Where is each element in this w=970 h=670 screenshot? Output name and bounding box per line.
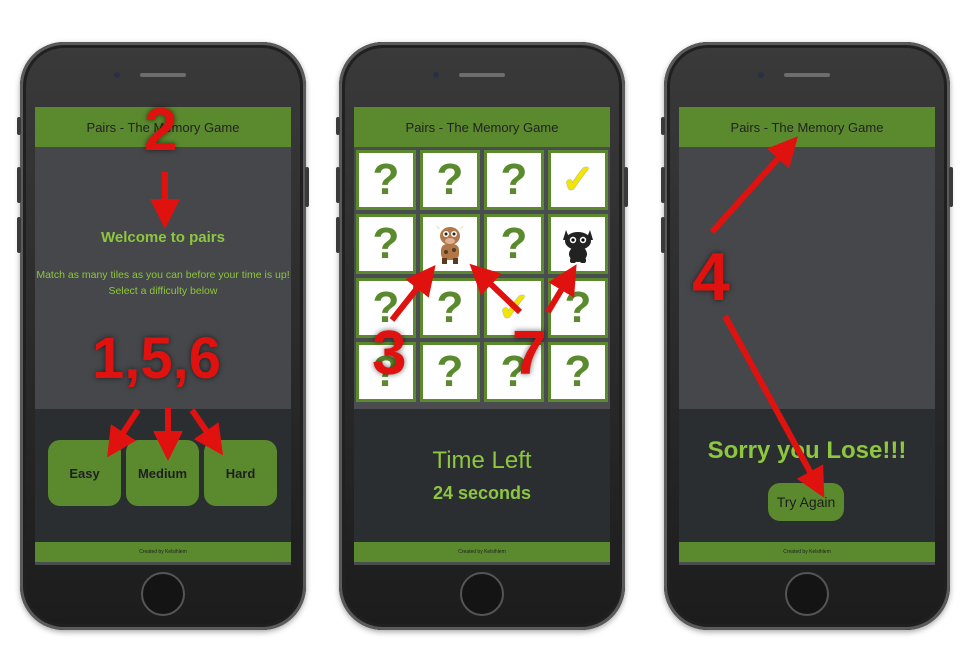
instructions-text: Select a difficulty below [108, 285, 218, 297]
app-title: Pairs - The Memory Game [354, 107, 610, 147]
checkmark-icon: ✓ [561, 158, 595, 202]
revealed-tile[interactable] [548, 214, 608, 274]
phone-side-button [949, 167, 953, 207]
app-title: Pairs - The Memory Game [679, 107, 935, 147]
footer-credit: Created by Kelsihlem [354, 542, 610, 562]
annotation-4: 4 [692, 239, 730, 315]
hidden-tile[interactable]: ? [548, 278, 608, 338]
matched-tile[interactable]: ✓ [548, 150, 608, 210]
phone-side-button [624, 167, 628, 207]
phone-side-button [305, 167, 309, 207]
cat-icon [563, 230, 593, 263]
phone-frame-3: Pairs - The Memory Game Sorry you Lose!!… [661, 42, 953, 630]
annotation-7: 7 [512, 319, 547, 388]
annotation-2: 2 [144, 96, 178, 163]
revealed-tile[interactable] [420, 214, 480, 274]
hidden-tile[interactable]: ? [484, 214, 544, 274]
phone-side-button [661, 117, 665, 135]
timer-panel: Time Left 24 seconds [354, 409, 610, 542]
hidden-tile[interactable]: ? [484, 150, 544, 210]
hard-button[interactable]: Hard [204, 440, 277, 506]
speaker-grille [784, 73, 830, 77]
try-again-button[interactable]: Try Again [768, 483, 844, 521]
time-left-label: Time Left [432, 447, 532, 474]
hidden-tile[interactable]: ? [356, 214, 416, 274]
phone-side-button [17, 167, 21, 203]
lose-message: Sorry you Lose!!! [707, 437, 907, 464]
phone-side-button [661, 167, 665, 203]
footer-credit: Created by Kelsihlem [679, 542, 935, 562]
hidden-tile[interactable]: ? [420, 150, 480, 210]
footer-credit: Created by Kelsihlem [35, 542, 291, 562]
home-button [141, 572, 185, 616]
phone-side-button [336, 117, 340, 135]
speaker-grille [459, 73, 505, 77]
hidden-tile[interactable]: ? [420, 342, 480, 402]
instructions-text: Match as many tiles as you can before yo… [36, 269, 290, 281]
cow-icon [435, 225, 465, 264]
annotation-1-5-6: 1,5,6 [92, 326, 221, 391]
hidden-tile[interactable]: ? [356, 150, 416, 210]
time-left-value: 24 seconds [432, 483, 532, 503]
phone-side-button [336, 217, 340, 253]
home-button [460, 572, 504, 616]
phone-side-button [661, 217, 665, 253]
phone-side-button [336, 167, 340, 203]
phone-side-button [17, 117, 21, 135]
hidden-tile[interactable]: ? [548, 342, 608, 402]
home-button [785, 572, 829, 616]
hidden-tile[interactable]: ? [420, 278, 480, 338]
medium-button[interactable]: Medium [126, 440, 199, 506]
result-panel: Sorry you Lose!!! [679, 409, 935, 542]
camera-icon [758, 72, 764, 78]
annotation-3: 3 [372, 319, 407, 388]
easy-button[interactable]: Easy [48, 440, 121, 506]
camera-icon [433, 72, 439, 78]
camera-icon [114, 72, 120, 78]
welcome-heading: Welcome to pairs [101, 229, 225, 246]
screen-lose: Pairs - The Memory Game Sorry you Lose!!… [679, 107, 935, 565]
phone-side-button [17, 217, 21, 253]
speaker-grille [140, 73, 186, 77]
